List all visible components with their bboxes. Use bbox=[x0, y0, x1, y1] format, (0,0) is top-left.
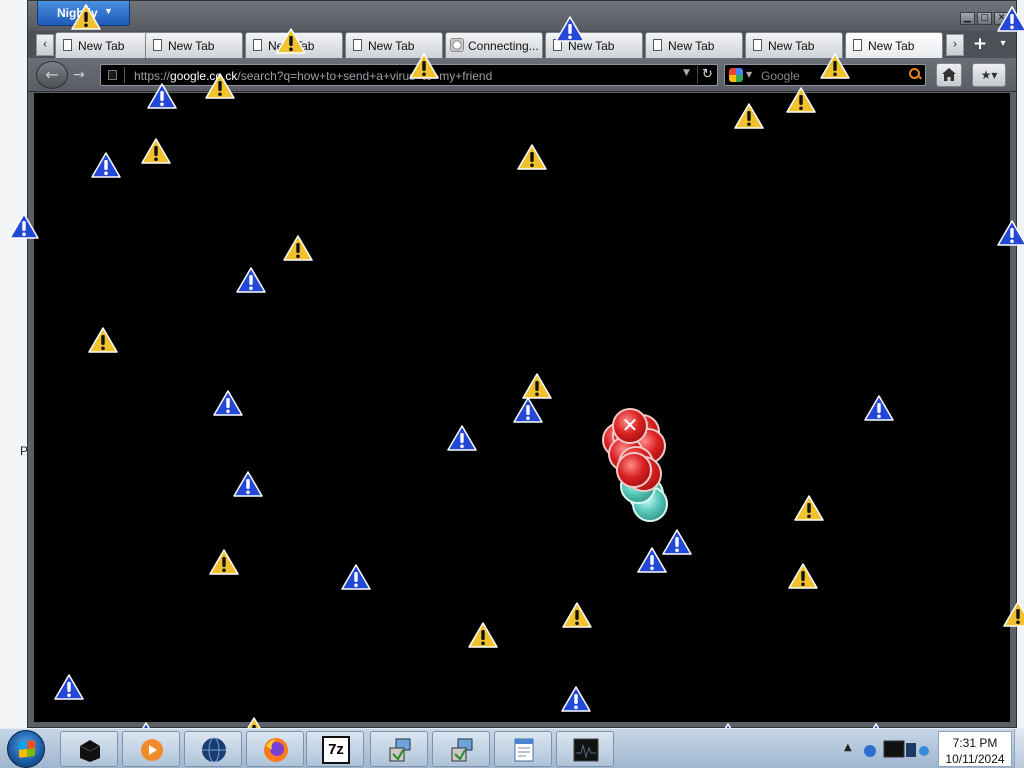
tab-new-tab[interactable]: New Tab bbox=[545, 32, 643, 58]
firefox-icon bbox=[264, 738, 288, 762]
notification-area bbox=[862, 735, 934, 763]
taskbar-globe-browser[interactable] bbox=[184, 731, 242, 767]
window-controls: ▁ ▢ ✕ bbox=[960, 12, 1009, 26]
taskbar-monitor-app[interactable] bbox=[556, 731, 614, 767]
tab-label: New Tab bbox=[768, 39, 815, 53]
url-bar[interactable]: https://google.co.ck/search?q=how+to+sen… bbox=[100, 64, 718, 86]
tab-label: New Tab bbox=[368, 39, 415, 53]
page-icon bbox=[753, 39, 762, 51]
search-input[interactable]: Google bbox=[761, 69, 800, 83]
clock-time: 7:31 PM bbox=[952, 736, 998, 750]
minimize-button[interactable]: ▁ bbox=[960, 12, 975, 25]
url-path: /search?q=how+to+send+a+virus+to+my+frie… bbox=[237, 69, 493, 83]
taskbar-7zip[interactable]: 7z bbox=[306, 731, 364, 767]
home-button[interactable] bbox=[936, 63, 962, 87]
app-menu-label: Nightly bbox=[57, 6, 98, 20]
scroll-tabs-left-button[interactable]: ‹ bbox=[36, 34, 54, 56]
scroll-tabs-right-button[interactable]: › bbox=[946, 34, 964, 56]
black-box-app-icon bbox=[79, 740, 101, 762]
tab-new-tab[interactable]: New Tab bbox=[745, 32, 843, 58]
monitor-app-icon bbox=[573, 738, 599, 762]
back-button[interactable]: ← bbox=[36, 61, 68, 89]
taskbar-wordpad[interactable] bbox=[494, 731, 552, 767]
clock-date: 10/11/2024 bbox=[945, 752, 1005, 766]
7zip-icon: 7z bbox=[322, 736, 350, 764]
tab-label: New Tab bbox=[568, 39, 615, 53]
page-icon bbox=[253, 39, 262, 51]
page-icon bbox=[153, 39, 162, 51]
page-icon bbox=[653, 39, 662, 51]
taskbar-media-player[interactable] bbox=[122, 731, 180, 767]
url-domain: google.co.ck bbox=[170, 69, 238, 83]
forward-button[interactable]: → bbox=[70, 66, 88, 84]
tab-new-tab-active[interactable]: New Tab bbox=[845, 32, 943, 58]
tab-new-tab[interactable]: New Tab bbox=[645, 32, 743, 58]
chevron-down-icon[interactable]: ▼ bbox=[746, 70, 752, 79]
search-magnifier-icon[interactable] bbox=[907, 67, 923, 83]
installer-icon bbox=[389, 738, 411, 762]
taskbar: 7z ▲ 7:31 PM 10/11/2024 bbox=[0, 728, 1024, 768]
url-history-dropdown-icon[interactable]: ▼ bbox=[683, 68, 690, 78]
tab-label: New Tab bbox=[668, 39, 715, 53]
tab-strip: ‹ New Tab New Tab New Tab New Tab Connec… bbox=[28, 31, 1016, 58]
tab-new-tab[interactable]: New Tab bbox=[345, 32, 443, 58]
browser-window: Nightly ▼ ▁ ▢ ✕ ‹ New Tab New Tab New Ta… bbox=[27, 0, 1017, 728]
bookmark-star-icon: ★▾ bbox=[980, 68, 998, 82]
reload-button[interactable]: ↻ bbox=[697, 66, 717, 84]
wordpad-icon bbox=[514, 738, 534, 762]
background-window-left bbox=[0, 0, 30, 728]
network-tray-icon[interactable] bbox=[862, 735, 934, 763]
chevron-down-icon: ▼ bbox=[104, 6, 113, 16]
taskbar-installer[interactable] bbox=[370, 731, 428, 767]
tray-expand-icon[interactable]: ▲ bbox=[844, 742, 852, 753]
taskbar-black-box-app[interactable] bbox=[60, 731, 118, 767]
system-clock[interactable]: 7:31 PM 10/11/2024 bbox=[938, 731, 1012, 767]
media-player-icon bbox=[141, 739, 163, 761]
tab-new-tab[interactable]: New Tab bbox=[55, 32, 153, 58]
tab-new-tab[interactable]: New Tab bbox=[145, 32, 243, 58]
page-icon bbox=[108, 70, 117, 80]
url-text[interactable]: https://google.co.ck/search?q=how+to+sen… bbox=[134, 69, 492, 83]
page-icon bbox=[63, 39, 72, 51]
page-content bbox=[34, 93, 1010, 722]
new-tab-button[interactable]: + bbox=[970, 34, 990, 56]
tab-label: New Tab bbox=[168, 39, 215, 53]
google-engine-icon[interactable] bbox=[729, 68, 743, 82]
url-scheme: https:// bbox=[134, 69, 171, 83]
taskbar-firefox[interactable] bbox=[246, 731, 304, 767]
search-bar[interactable]: ▼ Google bbox=[724, 64, 926, 86]
page-icon bbox=[353, 39, 362, 51]
list-all-tabs-button[interactable]: ▾ bbox=[994, 34, 1012, 56]
site-identity-button[interactable] bbox=[105, 67, 125, 83]
bookmarks-menu-button[interactable]: ★▾ bbox=[972, 63, 1006, 87]
tab-label: New Tab bbox=[268, 39, 315, 53]
tab-label: New Tab bbox=[868, 39, 915, 53]
title-bar: Nightly ▼ ▁ ▢ ✕ bbox=[28, 1, 1016, 31]
back-forward-group: ← → bbox=[36, 61, 94, 89]
loading-icon bbox=[450, 38, 464, 52]
taskbar-installer[interactable] bbox=[432, 731, 490, 767]
start-button[interactable] bbox=[7, 730, 45, 768]
close-button[interactable]: ✕ bbox=[994, 12, 1009, 25]
tab-connecting[interactable]: Connecting... bbox=[445, 32, 543, 58]
show-desktop-button[interactable] bbox=[1014, 729, 1024, 768]
page-icon bbox=[853, 39, 862, 51]
tab-label: Connecting... bbox=[468, 39, 539, 53]
maximize-button[interactable]: ▢ bbox=[977, 12, 992, 25]
page-icon bbox=[553, 39, 562, 51]
desktop: P Nightly ▼ ▁ ▢ ✕ ‹ New Tab New Tab New … bbox=[0, 0, 1024, 768]
tab-new-tab[interactable]: New Tab bbox=[245, 32, 343, 58]
tab-label: New Tab bbox=[78, 39, 125, 53]
home-icon bbox=[942, 68, 956, 81]
app-menu-button[interactable]: Nightly ▼ bbox=[37, 1, 130, 26]
globe-browser-icon bbox=[202, 737, 226, 763]
installer-icon bbox=[451, 738, 473, 762]
navigation-toolbar: ← → https://google.co.ck/search?q=how+to… bbox=[28, 58, 1016, 92]
